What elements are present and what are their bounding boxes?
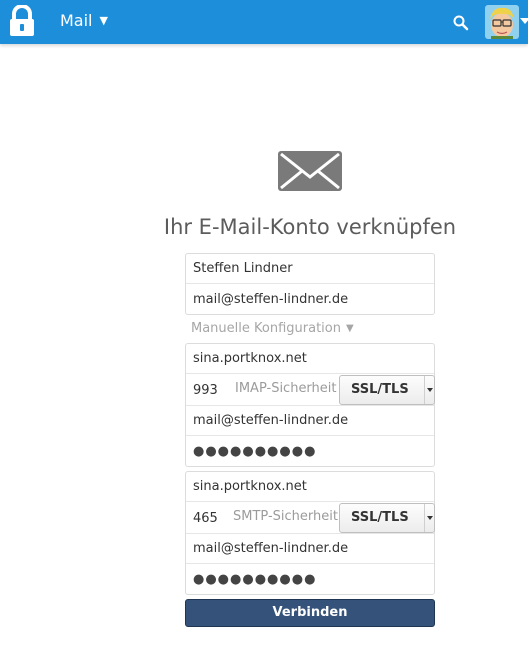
email-row	[186, 284, 434, 314]
smtp-user-field[interactable]	[193, 541, 434, 556]
account-basic-box	[185, 253, 435, 315]
imap-port-field[interactable]: 993	[193, 383, 225, 398]
imap-user-field[interactable]	[193, 413, 434, 428]
manual-config-label: Manuelle Konfiguration	[191, 321, 341, 336]
imap-security-select[interactable]: SSL/TLS	[339, 375, 435, 405]
dropdown-arrow-icon	[424, 376, 434, 404]
app-menu-label: Mail	[60, 11, 93, 30]
imap-password-row: ●●●●●●●●●●	[186, 436, 434, 466]
dropdown-arrow-icon	[424, 504, 434, 532]
smtp-password-row: ●●●●●●●●●●	[186, 564, 434, 594]
imap-user-row	[186, 406, 434, 436]
email-field[interactable]	[193, 291, 434, 307]
imap-host-field[interactable]	[193, 351, 434, 366]
imap-security-label: IMAP-Sicherheit	[235, 381, 337, 396]
smtp-host-field[interactable]	[193, 479, 434, 494]
smtp-security-label: SMTP-Sicherheit	[233, 509, 338, 524]
smtp-config-box: 465 SMTP-Sicherheit SSL/TLS ●●●●●●●●●●	[185, 471, 435, 595]
smtp-port-row: 465 SMTP-Sicherheit SSL/TLS	[186, 502, 435, 534]
chevron-down-icon: ▼	[345, 323, 354, 334]
search-icon[interactable]	[452, 14, 470, 32]
imap-security-value: SSL/TLS	[351, 382, 409, 397]
imap-host-row	[186, 344, 434, 374]
display-name-row	[186, 254, 434, 284]
imap-config-box: 993 IMAP-Sicherheit SSL/TLS ●●●●●●●●●●	[185, 343, 435, 467]
page-title: Ihr E-Mail-Konto verknüpfen	[163, 215, 457, 239]
connect-button[interactable]: Verbinden	[185, 599, 435, 627]
manual-config-toggle[interactable]: Manuelle Konfiguration ▼	[191, 321, 354, 336]
smtp-user-row	[186, 534, 434, 564]
imap-port-row: 993 IMAP-Sicherheit SSL/TLS	[186, 374, 435, 406]
smtp-password-field[interactable]: ●●●●●●●●●●	[193, 572, 316, 587]
avatar[interactable]	[485, 5, 519, 39]
display-name-field[interactable]	[193, 261, 434, 276]
smtp-security-select[interactable]: SSL/TLS	[339, 503, 435, 533]
smtp-host-row	[186, 472, 434, 502]
top-bar: Mail ▼	[0, 0, 528, 44]
avatar-menu-caret-icon[interactable]	[520, 18, 528, 24]
chevron-down-icon: ▼	[99, 14, 108, 27]
padlock-icon[interactable]	[8, 5, 36, 37]
app-menu-mail[interactable]: Mail ▼	[60, 11, 108, 30]
imap-password-field[interactable]: ●●●●●●●●●●	[193, 444, 316, 459]
smtp-security-value: SSL/TLS	[351, 510, 409, 525]
envelope-icon	[278, 151, 342, 191]
smtp-port-field[interactable]: 465	[193, 511, 225, 526]
